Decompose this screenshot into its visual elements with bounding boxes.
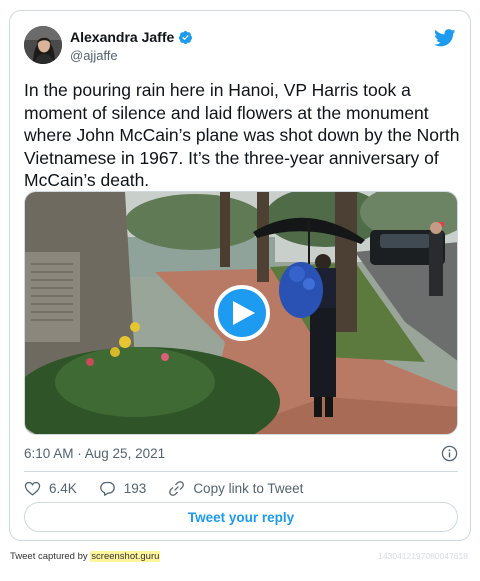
tweet-timestamp[interactable]: 6:10 AM · Aug 25, 2021	[24, 446, 165, 461]
copy-link-button[interactable]: Copy link to Tweet	[168, 480, 303, 497]
avatar-image	[24, 26, 62, 64]
reply-icon	[99, 481, 115, 496]
tweet-text: In the pouring rain here in Hanoi, VP Ha…	[24, 80, 460, 190]
like-button[interactable]: 6.4K	[24, 480, 77, 497]
link-icon	[169, 480, 185, 496]
tweet-video[interactable]	[24, 191, 458, 435]
footer-brand-link[interactable]: screenshot.guru	[90, 551, 161, 562]
verified-badge-icon	[179, 30, 193, 44]
reply-count: 193	[123, 480, 147, 496]
author-display-name[interactable]: Alexandra Jaffe	[70, 29, 174, 45]
copy-link-label: Copy link to Tweet	[193, 480, 304, 496]
info-icon[interactable]	[441, 445, 458, 462]
play-icon	[233, 301, 255, 325]
tweet-your-reply-button[interactable]: Tweet your reply	[24, 502, 458, 532]
author-handle[interactable]: @ajjaffe	[70, 48, 118, 63]
like-count: 6.4K	[49, 480, 77, 496]
tweet-meta-row: 6:10 AM · Aug 25, 2021	[24, 442, 458, 464]
footer-capture-credit: Tweet captured by screenshot.guru	[10, 551, 161, 562]
tweet-actions: 6.4K 193 Copy link to Tweet	[24, 477, 325, 499]
author-name-row[interactable]: Alexandra Jaffe	[70, 29, 193, 45]
tweet-id: 1430412197080047618	[378, 551, 468, 561]
play-button[interactable]	[214, 285, 270, 341]
footer-captured-by: Tweet captured by	[10, 551, 91, 562]
avatar[interactable]	[24, 26, 62, 64]
divider	[24, 471, 458, 472]
twitter-bird-icon[interactable]	[434, 29, 456, 47]
tweet-card: Alexandra Jaffe @ajjaffe In the pouring …	[9, 10, 471, 541]
heart-icon	[24, 481, 41, 496]
reply-button[interactable]: 193	[99, 480, 147, 497]
